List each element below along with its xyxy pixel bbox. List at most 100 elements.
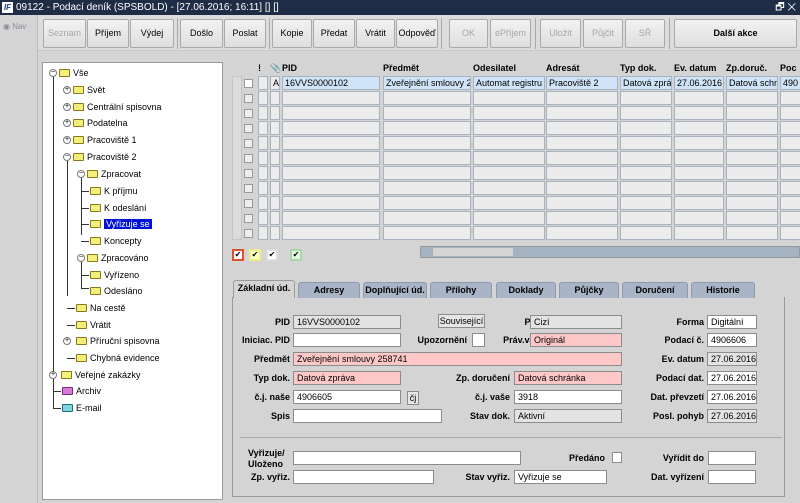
filter-checkbox-yellow[interactable]: ✔: [249, 249, 261, 261]
vratit-button[interactable]: Vrátit: [356, 19, 395, 48]
table-cell[interactable]: [726, 181, 778, 195]
souvisejici-button[interactable]: Související: [438, 314, 485, 328]
table-cell[interactable]: [726, 211, 778, 225]
table-cell[interactable]: [546, 166, 618, 180]
expand-icon[interactable]: +: [63, 86, 71, 94]
table-cell[interactable]: [674, 151, 724, 165]
predat-button[interactable]: Předat: [313, 19, 355, 48]
table-cell[interactable]: [780, 226, 800, 240]
table-cell[interactable]: [674, 106, 724, 120]
row-checkbox[interactable]: [244, 169, 253, 178]
table-cell[interactable]: 16VVS0000102: [282, 76, 380, 90]
table-cell[interactable]: [270, 226, 280, 240]
table-cell[interactable]: [780, 121, 800, 135]
row-checkbox[interactable]: [244, 154, 253, 163]
table-cell[interactable]: [546, 196, 618, 210]
tree-item-vse[interactable]: Vše: [59, 67, 89, 79]
table-cell[interactable]: [620, 211, 672, 225]
podaci-c-field[interactable]: 4906606: [707, 333, 757, 347]
poslat-button[interactable]: Poslat: [224, 19, 266, 48]
table-cell[interactable]: [473, 151, 545, 165]
zp-doruceni-field[interactable]: Datová schránka: [514, 371, 622, 385]
dalsi-akce-button[interactable]: Další akce: [674, 19, 797, 48]
table-cell[interactable]: [726, 136, 778, 150]
collapse-icon[interactable]: −: [77, 170, 85, 178]
table-cell[interactable]: [726, 196, 778, 210]
table-cell[interactable]: [383, 181, 471, 195]
table-cell[interactable]: [546, 106, 618, 120]
tab-doplnujici[interactable]: Doplňující úd.: [363, 282, 427, 298]
pujcit-button[interactable]: Půjčit: [583, 19, 623, 48]
table-cell[interactable]: [473, 121, 545, 135]
collapse-icon[interactable]: −: [77, 254, 85, 262]
table-cell[interactable]: [282, 226, 380, 240]
tree-item[interactable]: Archiv: [62, 385, 101, 397]
table-cell[interactable]: [726, 121, 778, 135]
filter-checkbox-white[interactable]: ✔: [266, 249, 278, 261]
ulozit-button[interactable]: Uložit: [540, 19, 581, 48]
table-cell[interactable]: [258, 151, 268, 165]
table-cell[interactable]: A: [270, 76, 280, 90]
table-cell[interactable]: [620, 181, 672, 195]
table-cell[interactable]: [258, 91, 268, 105]
table-cell[interactable]: [258, 181, 268, 195]
tree-item-selected[interactable]: Vyřizuje se: [90, 218, 152, 230]
row-checkbox[interactable]: [244, 229, 253, 238]
tree-item[interactable]: Chybná evidence: [76, 352, 160, 364]
table-cell[interactable]: [674, 166, 724, 180]
table-cell[interactable]: [546, 121, 618, 135]
table-cell[interactable]: [780, 166, 800, 180]
tree-item[interactable]: Veřejné zakázky: [61, 369, 141, 381]
tree-item[interactable]: Podatelna: [73, 117, 128, 129]
table-cell[interactable]: [270, 121, 280, 135]
table-cell[interactable]: [674, 226, 724, 240]
table-cell[interactable]: [282, 151, 380, 165]
prijem-button[interactable]: Příjem: [87, 19, 129, 48]
table-cell[interactable]: Zveřejnění smlouvy 25: [383, 76, 471, 90]
table-cell[interactable]: [620, 166, 672, 180]
tab-historie[interactable]: Historie: [691, 282, 755, 298]
table-cell[interactable]: [473, 91, 545, 105]
table-cell[interactable]: [620, 121, 672, 135]
column-header-pid[interactable]: PID: [282, 63, 297, 73]
table-cell[interactable]: [258, 166, 268, 180]
column-header-zp-doruc[interactable]: Zp.doruč.: [726, 63, 767, 73]
table-cell[interactable]: Automat registru s: [473, 76, 545, 90]
dat-prevzeti-field[interactable]: 27.06.2016: [707, 390, 757, 404]
table-cell[interactable]: [270, 181, 280, 195]
tree-item[interactable]: Na cestě: [76, 302, 126, 314]
table-cell[interactable]: [270, 136, 280, 150]
row-checkbox[interactable]: [244, 139, 253, 148]
upozorneni-checkbox[interactable]: [472, 333, 485, 347]
table-cell[interactable]: [780, 106, 800, 120]
nav-toggle[interactable]: ◉ Nav: [3, 22, 26, 31]
table-cell[interactable]: [282, 166, 380, 180]
table-cell[interactable]: 27.06.2016: [674, 76, 724, 90]
cj-nase-field[interactable]: 4906605: [293, 390, 401, 404]
column-header-podaci[interactable]: Poc: [780, 63, 797, 73]
filter-checkbox-green[interactable]: ✔: [290, 249, 302, 261]
table-cell[interactable]: [780, 151, 800, 165]
tree-item[interactable]: Koncepty: [90, 235, 142, 247]
table-cell[interactable]: [383, 226, 471, 240]
table-cell[interactable]: [473, 181, 545, 195]
row-checkbox[interactable]: [244, 184, 253, 193]
seznam-button[interactable]: Seznam: [43, 19, 86, 48]
row-checkbox[interactable]: [244, 199, 253, 208]
tab-adresy[interactable]: Adresy: [298, 282, 360, 298]
column-header-typ-dok[interactable]: Typ dok.: [620, 63, 656, 73]
table-cell[interactable]: [270, 211, 280, 225]
table-cell[interactable]: [620, 226, 672, 240]
column-header-odesilatel[interactable]: Odesilatel: [473, 63, 516, 73]
window-controls[interactable]: 🗗 ✕: [775, 0, 796, 15]
tree-item[interactable]: Odesláno: [90, 285, 143, 297]
table-cell[interactable]: [282, 106, 380, 120]
vyridit-do-field[interactable]: [708, 451, 756, 465]
table-cell[interactable]: [780, 181, 800, 195]
pravvaha-field[interactable]: Originál: [530, 333, 622, 347]
expand-icon[interactable]: +: [63, 337, 71, 345]
scroll-thumb[interactable]: [433, 248, 513, 256]
eprijem-button[interactable]: ePříjem: [490, 19, 531, 48]
table-cell[interactable]: [726, 226, 778, 240]
table-cell[interactable]: [270, 151, 280, 165]
